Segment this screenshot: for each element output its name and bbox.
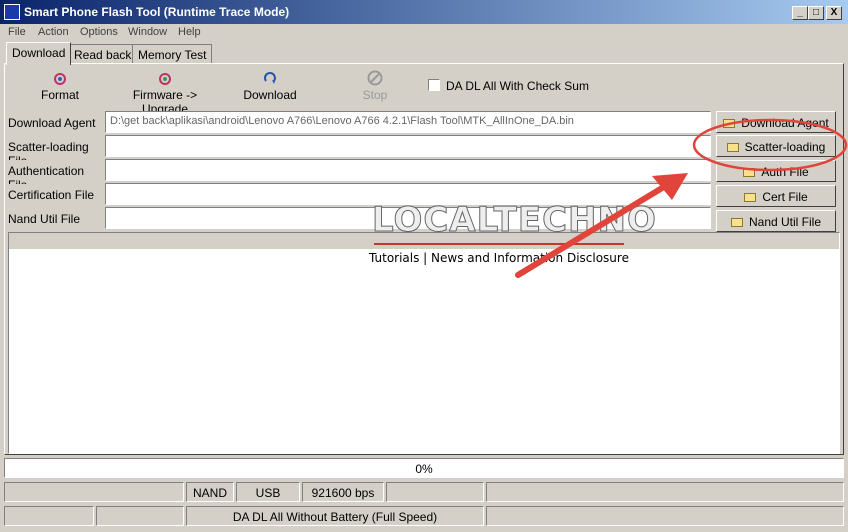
download-button[interactable]: Download <box>240 72 300 102</box>
download-agent-button-label: Download Agent <box>741 116 829 130</box>
status-storage: NAND <box>186 482 234 502</box>
stop-button[interactable]: Stop <box>358 70 392 102</box>
folder-icon <box>744 193 757 202</box>
scatter-loading-button-label: Scatter-loading <box>744 140 826 154</box>
status-baud-rate: 921600 bps <box>302 482 384 502</box>
stop-label: Stop <box>362 88 388 102</box>
format-label: Format <box>40 88 79 102</box>
folder-icon <box>743 168 756 177</box>
certification-label: Certification File <box>8 184 104 206</box>
log-area[interactable] <box>8 232 840 454</box>
scatter-loading-field[interactable] <box>105 135 711 157</box>
nand-util-button[interactable]: Nand Util File <box>716 210 836 232</box>
folder-icon <box>730 218 743 227</box>
tab-read-back[interactable]: Read back <box>68 44 138 64</box>
menu-bar: File Action Options Window Help <box>0 24 848 42</box>
scatter-loading-button[interactable]: Scatter-loading <box>716 135 836 157</box>
app-icon <box>4 4 20 20</box>
cert-file-button-label: Cert File <box>762 190 808 204</box>
status-cell <box>486 482 844 502</box>
stop-icon <box>367 70 383 86</box>
status-cell <box>486 506 844 526</box>
download-agent-label: Download Agent <box>8 112 104 134</box>
nand-util-button-label: Nand Util File <box>748 215 822 229</box>
format-icon <box>54 73 66 85</box>
format-button[interactable]: Format <box>40 72 80 102</box>
progress-bar: 0% <box>4 458 844 478</box>
authentication-label: Authentication File <box>8 160 104 192</box>
folder-icon <box>726 143 739 152</box>
watermark-tagline: Tutorials | News and Information Disclos… <box>369 251 629 265</box>
auth-file-button-label: Auth File <box>761 165 809 179</box>
menu-action[interactable]: Action <box>38 26 69 38</box>
da-checksum-checkbox[interactable] <box>428 79 440 91</box>
nand-util-label: Nand Util File <box>8 208 104 230</box>
tab-memory-test[interactable]: Memory Test <box>132 44 213 64</box>
da-checksum-label: DA DL All With Check Sum <box>446 79 589 93</box>
status-connection: USB <box>236 482 300 502</box>
auth-file-button[interactable]: Auth File <box>716 160 836 182</box>
folder-icon <box>723 119 736 128</box>
authentication-field[interactable] <box>105 159 711 181</box>
menu-window[interactable]: Window <box>128 26 167 38</box>
scatter-loading-label: Scatter-loading File <box>8 136 104 168</box>
watermark-brand: LOCALTECHNO <box>372 200 657 241</box>
firmware-upgrade-button[interactable]: Firmware -> Upgrade <box>110 72 220 116</box>
status-mode: DA DL All Without Battery (Full Speed) <box>186 506 484 526</box>
status-cell <box>386 482 484 502</box>
menu-help[interactable]: Help <box>178 26 201 38</box>
download-label: Download <box>243 88 297 102</box>
firmware-icon <box>159 73 171 85</box>
download-agent-button[interactable]: Download Agent <box>716 111 836 133</box>
status-cell <box>4 482 184 502</box>
menu-file[interactable]: File <box>8 26 26 38</box>
status-cell <box>4 506 94 526</box>
menu-options[interactable]: Options <box>80 26 118 38</box>
cert-file-button[interactable]: Cert File <box>716 185 836 207</box>
download-agent-field[interactable]: D:\get back\aplikasi\android\Lenovo A766… <box>105 111 711 133</box>
watermark-underline <box>374 243 624 245</box>
maximize-button[interactable]: □ <box>808 6 824 20</box>
status-cell <box>96 506 184 526</box>
window-title: Smart Phone Flash Tool (Runtime Trace Mo… <box>24 5 290 19</box>
minimize-button[interactable]: _ <box>792 6 808 20</box>
close-button[interactable]: X <box>826 6 842 20</box>
title-bar: Smart Phone Flash Tool (Runtime Trace Mo… <box>0 0 848 24</box>
tab-download[interactable]: Download <box>6 42 72 65</box>
download-icon <box>264 72 276 84</box>
